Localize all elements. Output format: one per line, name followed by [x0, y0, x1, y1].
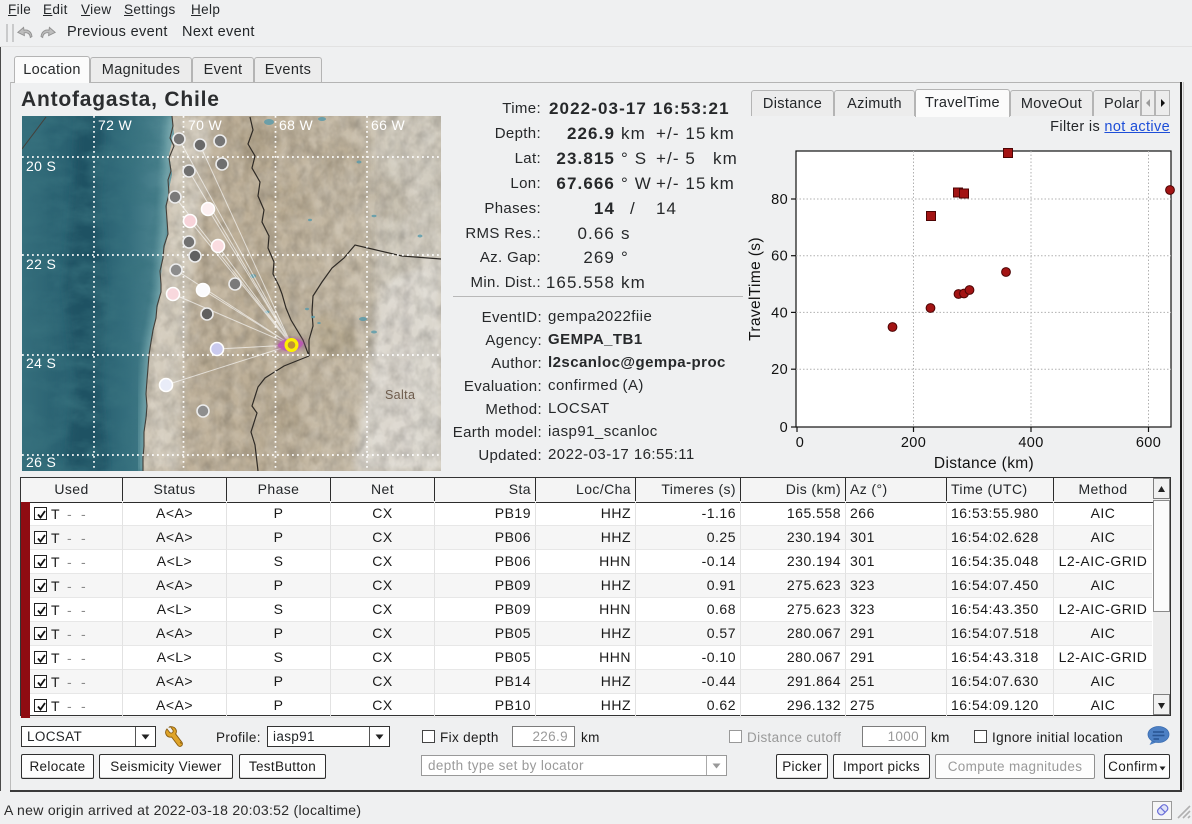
svg-text:Distance (km): Distance (km) — [934, 455, 1034, 472]
svg-text:60: 60 — [771, 249, 788, 265]
svg-text:72 W: 72 W — [98, 117, 133, 133]
svg-text:22 S: 22 S — [26, 256, 56, 272]
svg-text:70 W: 70 W — [188, 117, 223, 133]
svg-text:68 W: 68 W — [279, 117, 314, 133]
svg-text:TravelTime (s): TravelTime (s) — [747, 237, 764, 341]
svg-text:40: 40 — [771, 305, 788, 321]
svg-text:0: 0 — [796, 435, 804, 451]
svg-text:24 S: 24 S — [26, 355, 56, 371]
svg-text:200: 200 — [901, 435, 926, 451]
svg-text:20 S: 20 S — [26, 158, 56, 174]
svg-text:0: 0 — [780, 420, 788, 436]
svg-text:600: 600 — [1136, 435, 1161, 451]
svg-text:400: 400 — [1018, 435, 1043, 451]
svg-text:66 W: 66 W — [371, 117, 406, 133]
svg-text:80: 80 — [771, 192, 788, 208]
svg-text:Salta: Salta — [385, 388, 415, 402]
svg-text:26 S: 26 S — [26, 454, 56, 470]
svg-text:20: 20 — [771, 362, 788, 378]
